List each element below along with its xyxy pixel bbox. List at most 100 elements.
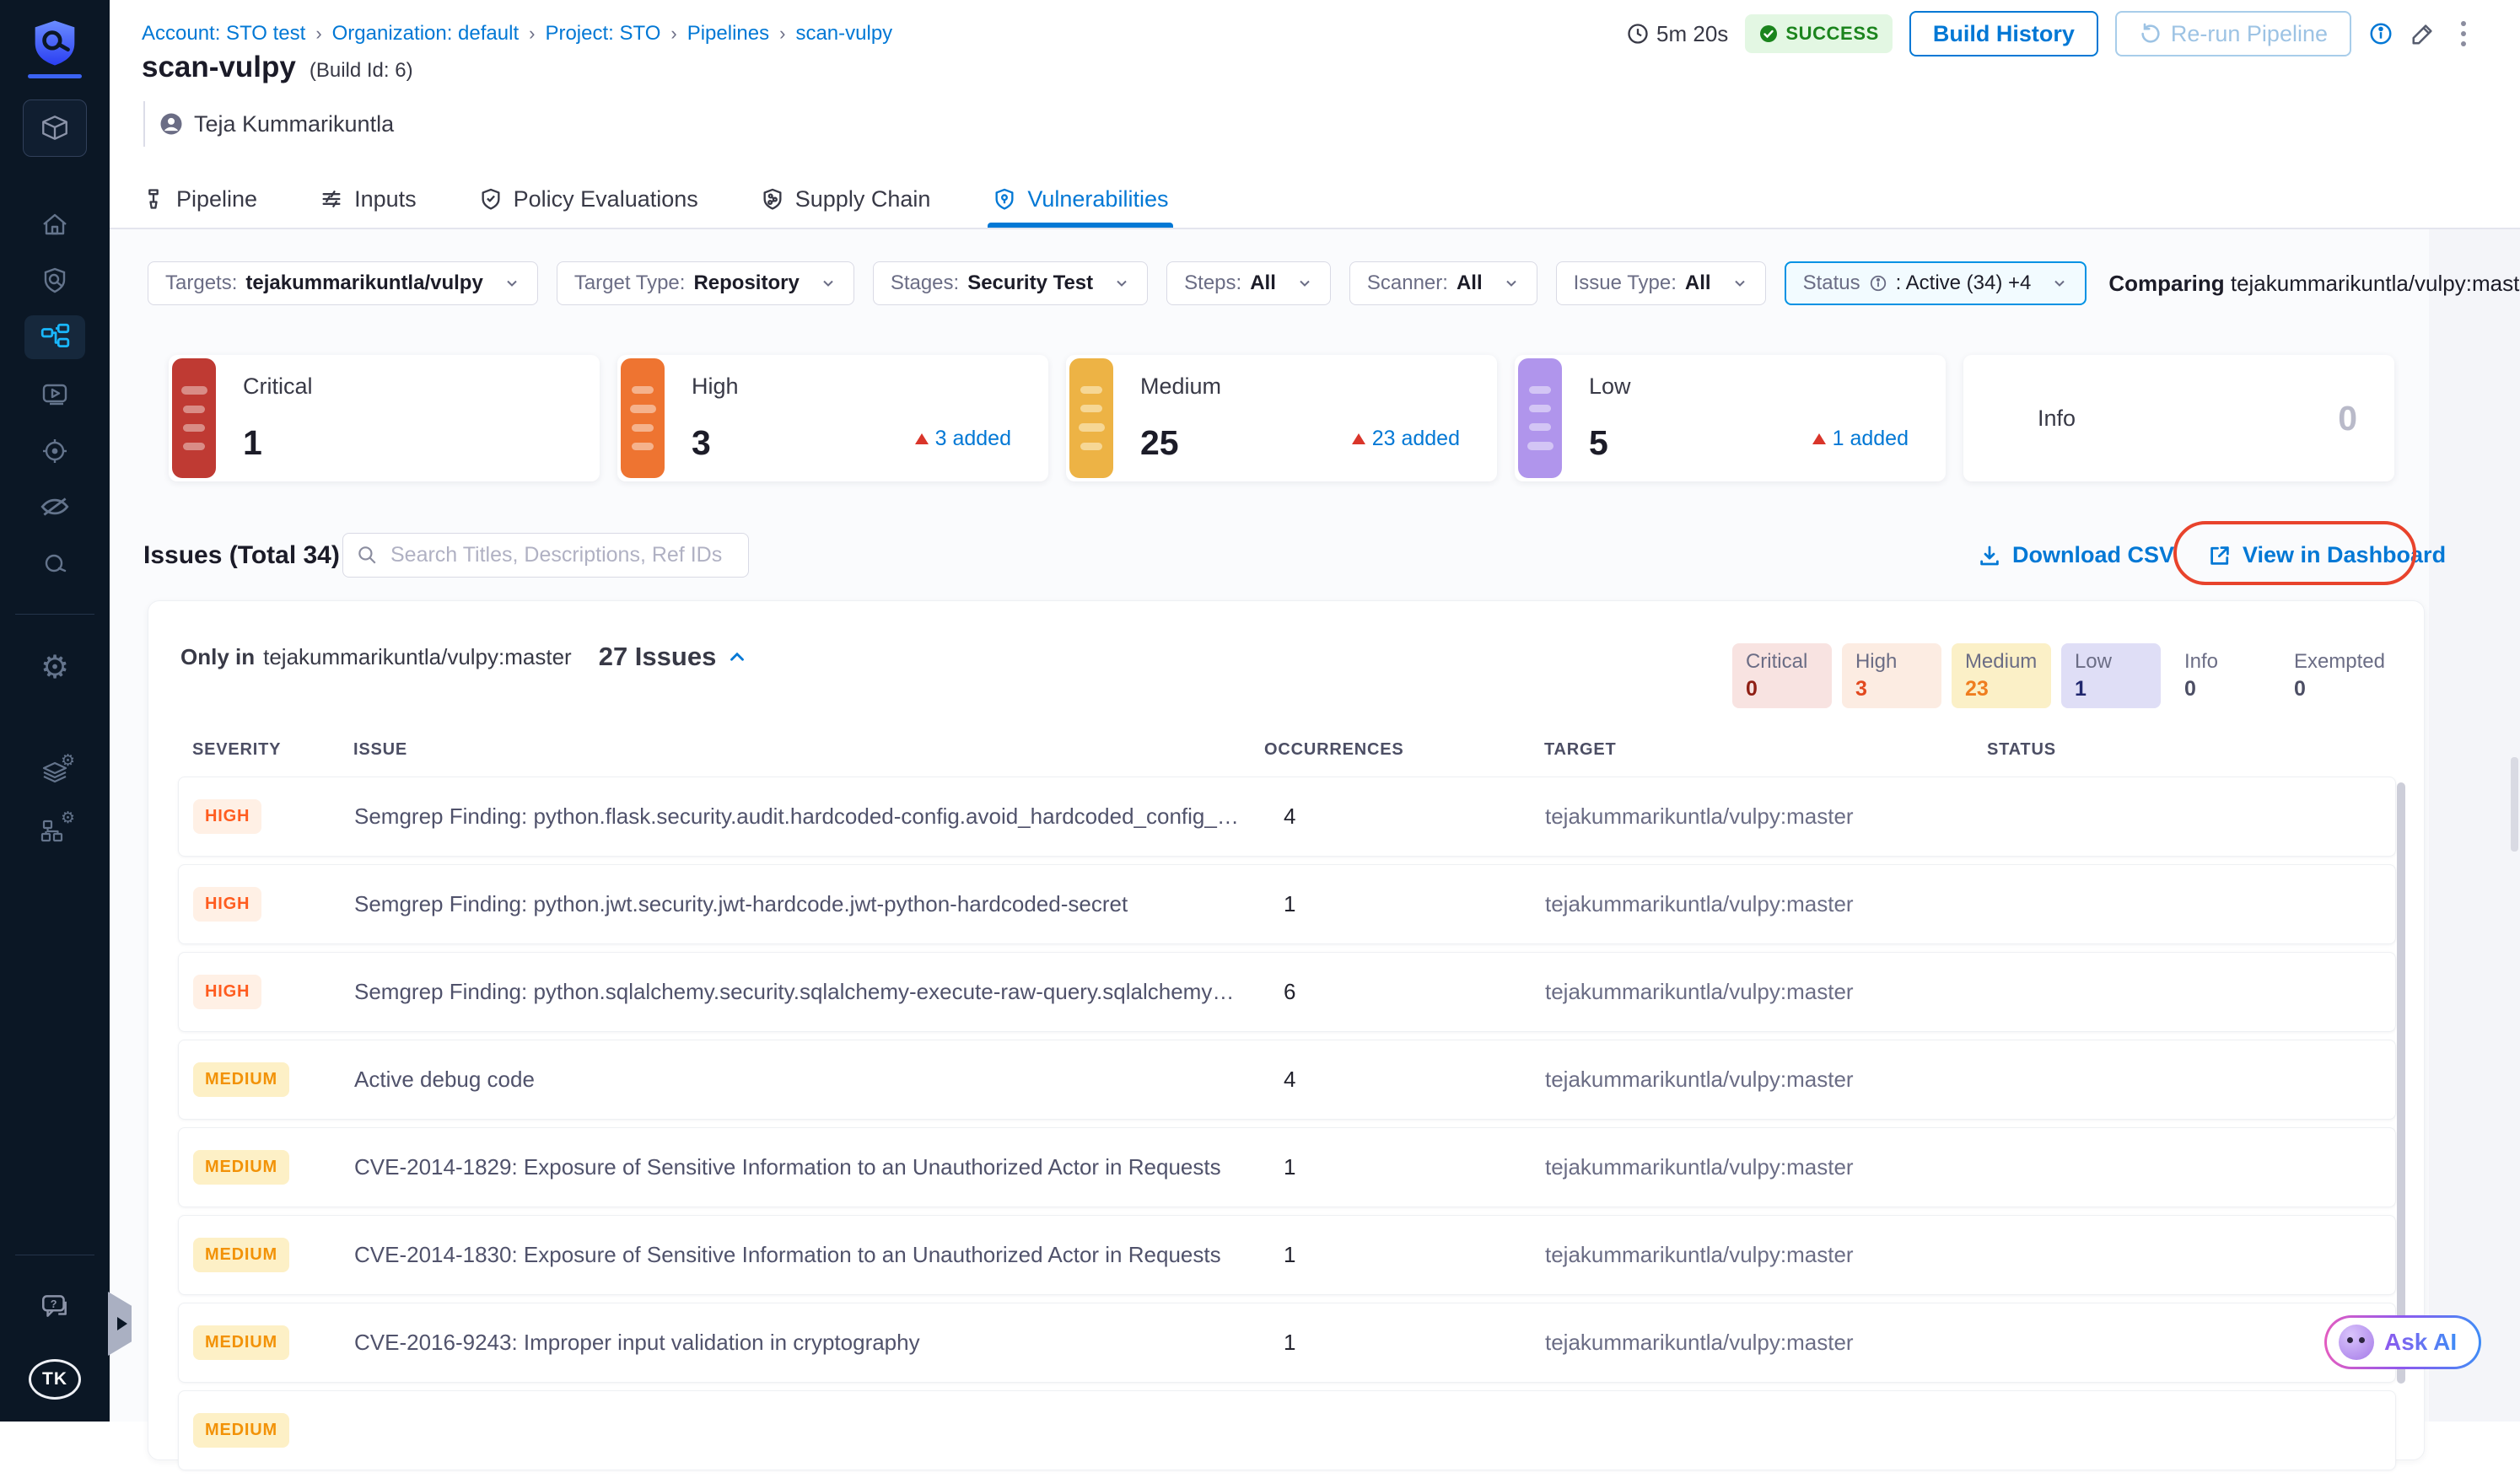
status-filter[interactable]: Status : Active (34) +4 (1784, 261, 2087, 305)
scanner-filter[interactable]: Scanner: All (1349, 261, 1537, 305)
steps-filter[interactable]: Steps: All (1166, 261, 1331, 305)
card-count: 1 (243, 423, 262, 462)
help-chat-icon: ? (42, 1295, 67, 1317)
sidebar-item-home[interactable] (0, 202, 110, 248)
sidebar-item-hidden-targets[interactable] (0, 484, 110, 529)
sidebar: ⚙ ⚙ ⚙ ? TK (0, 0, 110, 1422)
target-type-filter[interactable]: Target Type: Repository (556, 261, 854, 305)
executions-icon (42, 384, 67, 406)
user-avatar[interactable]: TK (29, 1359, 81, 1400)
table-scrollbar[interactable] (2397, 782, 2405, 1384)
table-row[interactable]: MEDIUM CVE-2016-9243: Improper input val… (178, 1303, 2396, 1383)
rerun-pipeline-button[interactable]: Re-run Pipeline (2114, 11, 2351, 56)
sidebar-item-help[interactable]: ? (0, 1283, 110, 1329)
view-in-dashboard-label: View in Dashboard (2243, 542, 2447, 567)
module-selector-button[interactable] (23, 99, 87, 157)
table-row[interactable]: MEDIUM CVE-2014-1829: Exposure of Sensit… (178, 1127, 2396, 1207)
issue-title: Active debug code (354, 1067, 535, 1092)
avatar-initials: TK (42, 1369, 67, 1389)
sidebar-item-default-settings[interactable]: ⚙ (0, 751, 110, 798)
info-card[interactable]: Info 0 (1963, 355, 2394, 481)
severity-badge: MEDIUM (193, 1238, 289, 1272)
breadcrumb-organization[interactable]: Organization: default (332, 22, 519, 46)
home-icon (43, 213, 67, 235)
page-title: scan-vulpy (142, 51, 296, 83)
tab-policy-evaluations[interactable]: Policy Evaluations (479, 170, 698, 228)
issues-total-title: Issues (Total 34) (143, 541, 340, 569)
low-card[interactable]: Low 5 1 added (1515, 355, 1946, 481)
severity-summary-chips: Critical 0 High 3 Medium 23 Low 1 Info 0… (1731, 643, 2399, 708)
breadcrumb-project[interactable]: Project: STO (545, 22, 660, 46)
baseline-icon (45, 554, 67, 572)
sidebar-item-executions[interactable] (0, 371, 110, 417)
chevron-down-icon (820, 275, 837, 292)
ask-ai-button[interactable]: Ask AI (2324, 1315, 2482, 1369)
mini-gear-icon: ⚙ (60, 808, 75, 827)
card-label: Info (2038, 406, 2076, 431)
tab-supply-chain[interactable]: Supply Chain (761, 170, 930, 228)
sidebar-item-pipelines[interactable] (0, 314, 110, 359)
edit-pencil-icon[interactable] (2410, 21, 2436, 46)
stages-filter[interactable]: Stages: Security Test (872, 261, 1149, 305)
card-count: 25 (1140, 423, 1179, 462)
breadcrumb-account[interactable]: Account: STO test (142, 22, 305, 46)
filter-value: All (1250, 271, 1276, 294)
comparing-label: Comparing (2108, 270, 2225, 296)
sidebar-divider (15, 614, 94, 615)
table-row[interactable]: MEDIUM CVE-2014-1830: Exposure of Sensit… (178, 1215, 2396, 1295)
page-scrollbar[interactable] (2511, 757, 2518, 852)
ai-mascot-icon (2339, 1325, 2374, 1360)
chip-label: High (1855, 650, 1898, 673)
issues-rows: HIGH Semgrep Finding: python.flask.secur… (178, 777, 2396, 1478)
settings-gear-icon: ⚙ (40, 648, 70, 685)
added-link[interactable]: 1 added (1812, 427, 1909, 451)
chip-value: 23 (1964, 677, 1989, 701)
build-history-button[interactable]: Build History (1909, 11, 2098, 56)
sidebar-item-settings[interactable]: ⚙ (0, 644, 110, 690)
sidebar-item-scans[interactable] (0, 258, 110, 304)
severity-level-icon (1069, 358, 1113, 478)
tab-vulnerabilities[interactable]: Vulnerabilities (988, 170, 1174, 228)
comparing-summary: Comparing tejakummarikuntla/vulpy:master… (2108, 271, 2520, 297)
group-count-label: 27 Issues (598, 642, 717, 671)
filter-value: Security Test (967, 271, 1094, 294)
table-header: SEVERITY ISSUE OCCURRENCES TARGET STATUS (178, 733, 2396, 766)
ask-ai-label: Ask AI (2384, 1329, 2458, 1355)
tab-inputs[interactable]: Inputs (320, 170, 417, 228)
filter-label: Targets: (165, 271, 238, 294)
issue-type-filter[interactable]: Issue Type: All (1555, 261, 1766, 305)
sidebar-item-baselines[interactable] (0, 541, 110, 587)
breadcrumb-pipelines[interactable]: Pipelines (687, 22, 769, 46)
added-link[interactable]: 3 added (914, 427, 1011, 451)
sidebar-item-targets[interactable] (0, 428, 110, 474)
tab-label: Inputs (354, 185, 417, 212)
page-header: Account: STO test › Organization: defaul… (110, 0, 2520, 229)
search-icon (358, 546, 376, 564)
filter-value: All (1684, 271, 1711, 294)
table-row[interactable]: HIGH Semgrep Finding: python.flask.secur… (178, 777, 2396, 857)
added-link[interactable]: 23 added (1351, 427, 1460, 451)
exempted-chip: Exempted 0 (2280, 643, 2399, 708)
medium-card[interactable]: Medium 25 23 added (1066, 355, 1497, 481)
critical-card[interactable]: Critical 1 (169, 355, 600, 481)
col-severity: SEVERITY (192, 739, 282, 759)
targets-filter[interactable]: Targets: tejakummarikuntla/vulpy (148, 261, 538, 305)
high-card[interactable]: High 3 3 added (617, 355, 1048, 481)
sidebar-item-org-settings[interactable]: ⚙ (0, 809, 110, 855)
chip-value: 0 (1745, 677, 1758, 701)
table-row[interactable]: HIGH Semgrep Finding: python.sqlalchemy.… (178, 952, 2396, 1032)
table-row[interactable]: MEDIUM Active debug code 4 tejakummariku… (178, 1040, 2396, 1120)
tab-pipeline[interactable]: Pipeline (142, 170, 257, 228)
view-in-dashboard-button[interactable]: View in Dashboard (2207, 533, 2446, 578)
group-count-toggle[interactable]: 27 Issues (599, 642, 749, 672)
info-icon[interactable] (2368, 21, 2393, 46)
breadcrumb-pipeline-name[interactable]: scan-vulpy (795, 22, 892, 46)
search-input[interactable] (342, 533, 749, 578)
download-csv-button[interactable]: Download CSV (1977, 533, 2174, 578)
table-row[interactable]: MEDIUM (178, 1390, 2396, 1470)
added-label: 3 added (934, 427, 1011, 450)
target-value: tejakummarikuntla/vulpy:master (1545, 891, 1854, 916)
more-options-icon[interactable] (2453, 18, 2474, 50)
info-chip: Info 0 (2171, 643, 2270, 708)
table-row[interactable]: HIGH Semgrep Finding: python.jwt.securit… (178, 864, 2396, 944)
